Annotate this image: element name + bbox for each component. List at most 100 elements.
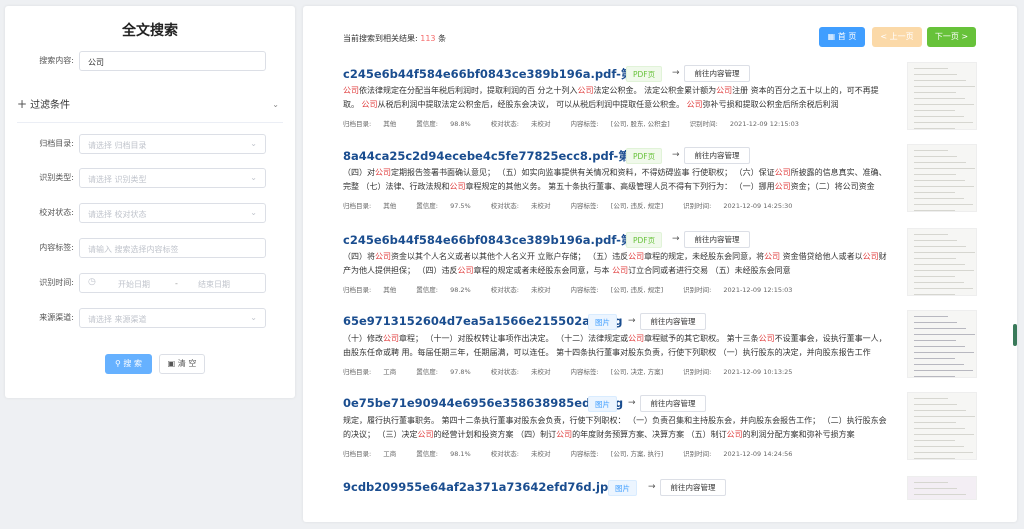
source-select[interactable]: 请选择 来源渠道 ⌄ <box>79 308 266 328</box>
goto-content-button[interactable]: 前往内容管理 <box>660 479 726 496</box>
meta-tags: 内容标签: [公司, 违反, 规定] <box>570 286 664 294</box>
result-snippet: 规定，履行执行董事职务。 第四十二条执行董事对股东会负责，行使下列职权： （一）… <box>343 416 887 439</box>
filter-toggle[interactable]: + 过滤条件 <box>17 96 70 111</box>
meta-dir: 归档目录: 其他 <box>343 202 397 210</box>
proofread-status-select[interactable]: 请选择 校对状态 ⌄ <box>79 203 266 223</box>
filter-row: 校对状态: 请选择 校对状态 ⌄ <box>5 203 295 223</box>
archive-dir-select[interactable]: 请选择 归档目录 ⌄ <box>79 134 266 154</box>
results-panel: 当前搜索到相关结果: 113 条 ▦ 首 页 < 上一页 下一页 > c245e… <box>303 6 1017 522</box>
result-title-link[interactable]: 0e75be71e90944e6956e358638985ed0.jpg <box>343 396 623 410</box>
result-meta: 归档目录: 工商 置信度: 97.8% 校对状态: 未校对 内容标签: [公司, 决定… <box>343 366 891 376</box>
result-type-tag: PDF页 <box>626 148 663 164</box>
home-button-label: 首 页 <box>837 32 857 41</box>
search-button[interactable]: ⚲ 搜 索 <box>105 354 152 374</box>
date-range-picker[interactable]: ◷ 开始日期 - 结束日期 <box>79 273 266 293</box>
result-meta: 归档目录: 工商 置信度: 98.1% 校对状态: 未校对 内容标签: [公司, 方案… <box>343 448 891 458</box>
meta-time: 识别时间: 2021-12-09 12:15:03 <box>689 120 799 128</box>
meta-confidence: 置信度: 98.8% <box>416 120 471 128</box>
search-panel-title: 全文搜索 <box>122 23 178 39</box>
goto-content-button[interactable]: 前往内容管理 <box>684 65 750 82</box>
search-content-input[interactable]: 公司 <box>79 51 266 71</box>
source-row: 来源渠道: 请选择 来源渠道 ⌄ <box>5 308 295 328</box>
goto-content-button[interactable]: 前往内容管理 <box>640 395 706 412</box>
date-separator: - <box>175 279 178 288</box>
meta-dir: 归档目录: 其他 <box>343 286 397 294</box>
chevron-down-icon[interactable]: ⌄ <box>272 100 279 109</box>
arrow-right-icon: → <box>628 398 636 408</box>
result-title-link[interactable]: c245e6b44f584e66bf0843ce389b196a.pdf-第15… <box>343 66 660 82</box>
content-label: 搜索内容: <box>39 56 74 65</box>
result-type-tag: 图片 <box>608 480 637 496</box>
meta-tags: 内容标签: [公司, 违反, 规定] <box>570 202 664 210</box>
result-snippet: （四）对公司定期报告签署书面确认意见； （五）如实向监事提供有关情况和资料，不得… <box>343 168 887 191</box>
end-date-input[interactable]: 结束日期 <box>198 279 230 290</box>
meta-status: 校对状态: 未校对 <box>490 368 551 376</box>
plus-icon: + <box>17 97 28 111</box>
meta-tags: 内容标签: [公司, 方案, 执行] <box>570 450 664 458</box>
goto-content-button[interactable]: 前往内容管理 <box>684 231 750 248</box>
result-thumbnail[interactable] <box>907 310 977 378</box>
filter-label: 内容标签: <box>39 243 74 252</box>
content-tag-input[interactable]: 请输入 搜索选择内容标签 <box>79 238 266 258</box>
summary-prefix: 当前搜索到相关结果: <box>343 34 418 43</box>
filter-placeholder: 请选择 归档目录 <box>88 141 147 150</box>
goto-content-button[interactable]: 前往内容管理 <box>640 313 706 330</box>
chevron-down-icon: ⌄ <box>250 313 257 322</box>
result-meta: 归档目录: 其他 置信度: 98.2% 校对状态: 未校对 内容标签: [公司, 违反… <box>343 284 891 294</box>
meta-status: 校对状态: 未校对 <box>490 120 551 128</box>
result-meta: 归档目录: 其他 置信度: 98.8% 校对状态: 未校对 内容标签: [公司, 股东… <box>343 118 891 128</box>
meta-status: 校对状态: 未校对 <box>490 202 551 210</box>
results-count: 113 <box>420 34 436 43</box>
filter-row: 识别类型: 请选择 识别类型 ⌄ <box>5 168 295 188</box>
clock-icon: ◷ <box>88 277 96 287</box>
time-row: 识别时间: ◷ 开始日期 - 结束日期 <box>5 273 295 293</box>
home-page-button[interactable]: ▦ 首 页 <box>819 27 865 47</box>
result-type-tag: 图片 <box>588 396 617 412</box>
meta-tags: 内容标签: [公司, 决定, 方案] <box>570 368 664 376</box>
result-title-link[interactable]: 65e9713152604d7ea5a1566e215502ae.jpg <box>343 314 623 328</box>
result-type-tag: PDF页 <box>626 232 663 248</box>
filter-placeholder: 请选择 识别类型 <box>88 175 147 184</box>
chevron-down-icon: ⌄ <box>250 173 257 182</box>
result-type-tag: PDF页 <box>626 66 663 82</box>
goto-content-button[interactable]: 前往内容管理 <box>684 147 750 164</box>
meta-dir: 归档目录: 工商 <box>343 450 397 458</box>
meta-confidence: 置信度: 97.5% <box>416 202 471 210</box>
result-thumbnail[interactable] <box>907 144 977 212</box>
result-title-link[interactable]: 8a44ca25c2d94ecebe4c5fe77825ecc8.pdf-第14… <box>343 148 657 164</box>
meta-confidence: 置信度: 98.2% <box>416 286 471 294</box>
result-title-link[interactable]: c245e6b44f584e66bf0843ce389b196a.pdf-第14… <box>343 232 660 248</box>
result-thumbnail[interactable] <box>907 228 977 296</box>
arrow-right-icon: → <box>648 482 656 492</box>
filter-placeholder: 请选择 校对状态 <box>88 210 147 219</box>
result-thumbnail[interactable] <box>907 392 977 460</box>
scrollbar-tab[interactable] <box>1013 324 1017 346</box>
recognition-type-select[interactable]: 请选择 识别类型 ⌄ <box>79 168 266 188</box>
result-thumbnail[interactable] <box>907 476 977 500</box>
meta-tags: 内容标签: [公司, 股东, 公积金] <box>570 120 670 128</box>
clear-button-label: 清 空 <box>177 359 197 368</box>
time-label: 识别时间: <box>39 278 74 287</box>
meta-dir: 归档目录: 工商 <box>343 368 397 376</box>
result-thumbnail[interactable] <box>907 62 977 130</box>
clear-button[interactable]: ▣ 清 空 <box>159 354 205 374</box>
meta-confidence: 置信度: 98.1% <box>416 450 471 458</box>
arrow-right-icon: → <box>672 234 680 244</box>
arrow-right-icon: → <box>672 150 680 160</box>
meta-status: 校对状态: 未校对 <box>490 450 551 458</box>
result-type-tag: 图片 <box>588 314 617 330</box>
source-placeholder: 请选择 来源渠道 <box>88 315 147 324</box>
start-date-input[interactable]: 开始日期 <box>118 279 150 290</box>
result-snippet: （四）将公司资金以其个人名义或者以其他个人名义开 立账户存储； （五）违反公司章… <box>343 252 887 275</box>
filter-placeholder: 请输入 搜索选择内容标签 <box>88 245 179 254</box>
filter-label: 归档目录: <box>39 139 74 148</box>
result-meta: 归档目录: 其他 置信度: 97.5% 校对状态: 未校对 内容标签: [公司, 违反… <box>343 200 891 210</box>
meta-dir: 归档目录: 其他 <box>343 120 397 128</box>
arrow-right-icon: → <box>628 316 636 326</box>
result-title-link[interactable]: 9cdb209955e64af2a371a73642efd76d.jpg <box>343 480 616 494</box>
chevron-down-icon: ⌄ <box>250 139 257 148</box>
prev-page-button[interactable]: < 上一页 <box>872 27 922 47</box>
grid-icon: ▦ <box>827 32 836 41</box>
next-page-button[interactable]: 下一页 > <box>927 27 976 47</box>
results-summary: 当前搜索到相关结果: 113 条 <box>343 33 446 44</box>
